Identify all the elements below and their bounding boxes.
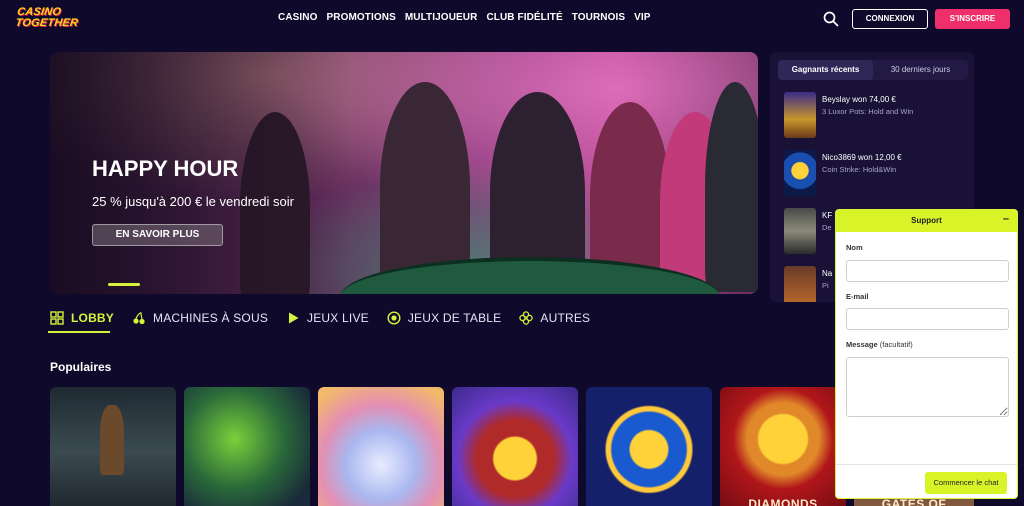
winner-item[interactable]: Beyslay won 74,00 € 3 Luxor Pots: Hold a… xyxy=(784,92,974,138)
support-header: Support – xyxy=(836,210,1017,232)
nav-tournois[interactable]: TOURNOIS xyxy=(572,12,625,23)
winner-game: 3 Luxor Pots: Hold and Win xyxy=(822,107,914,116)
tab-machines-a-sous[interactable]: MACHINES À SOUS xyxy=(132,310,268,326)
game-tile-caption: DIAMONDS xyxy=(748,497,818,506)
casino-together-logo[interactable]: CASINO TOGETHER xyxy=(14,6,94,33)
nav-multijoueur[interactable]: MULTIJOUEUR xyxy=(405,12,478,23)
chip-icon xyxy=(387,311,401,325)
hero-subtitle: 25 % jusqu'à 200 € le vendredi soir xyxy=(92,194,294,209)
winner-item[interactable]: Nico3869 won 12,00 € Coin Strike: Hold&W… xyxy=(784,150,974,196)
game-tile[interactable]: DIAMONDS xyxy=(720,387,846,506)
support-title: Support xyxy=(911,216,942,225)
carousel-dot-active[interactable] xyxy=(108,283,140,286)
start-chat-button[interactable]: Commencer le chat xyxy=(925,472,1007,494)
message-label: Message (facultatif) xyxy=(846,340,913,349)
tab-label: MACHINES À SOUS xyxy=(153,311,269,325)
winner-game: Coin Strike: Hold&Win xyxy=(822,165,897,174)
hero-learn-more-button[interactable]: EN SAVOIR PLUS xyxy=(92,224,223,246)
game-tile[interactable] xyxy=(586,387,712,506)
winner-title: Nico3869 won 12,00 € xyxy=(822,153,902,162)
hero-title: HAPPY HOUR xyxy=(92,156,239,181)
tab-autres[interactable]: AUTRES xyxy=(519,310,590,326)
game-thumbnail xyxy=(784,150,816,196)
support-footer: Commencer le chat xyxy=(836,464,1017,500)
support-chat-widget: Support – Nom E-mail Message (facultatif… xyxy=(835,209,1018,499)
tab-last-30-days[interactable]: 30 derniers jours xyxy=(873,60,968,80)
active-tab-underline xyxy=(48,331,110,333)
logo-line-2: TOGETHER xyxy=(14,17,79,29)
name-label: Nom xyxy=(846,243,863,252)
search-icon[interactable] xyxy=(822,10,840,28)
tab-label: LOBBY xyxy=(71,311,114,325)
message-field[interactable] xyxy=(846,357,1009,417)
message-optional-text: (facultatif) xyxy=(879,340,913,349)
tab-lobby[interactable]: LOBBY xyxy=(50,310,114,326)
email-label: E-mail xyxy=(846,292,869,301)
game-tile[interactable] xyxy=(50,387,176,506)
email-field[interactable] xyxy=(846,308,1009,330)
tab-jeux-live[interactable]: JEUX LIVE xyxy=(286,310,369,326)
tab-recent-winners[interactable]: Gagnants récents xyxy=(778,60,873,80)
hero-image-person xyxy=(705,82,758,292)
winner-title: Na xyxy=(822,269,833,278)
game-tile[interactable] xyxy=(452,387,578,506)
winners-tabs: Gagnants récents 30 derniers jours xyxy=(778,60,968,80)
minimize-icon[interactable]: – xyxy=(1003,213,1009,225)
game-thumbnail xyxy=(784,266,816,302)
nav-club-fidelite[interactable]: CLUB FIDÉLITÉ xyxy=(486,12,562,23)
game-thumbnail xyxy=(784,208,816,254)
game-art xyxy=(100,405,124,475)
winner-title: Beyslay won 74,00 € xyxy=(822,95,896,104)
carousel-indicators xyxy=(108,283,178,286)
play-icon xyxy=(289,312,299,324)
tab-jeux-de-table[interactable]: JEUX DE TABLE xyxy=(387,310,502,326)
grid-icon xyxy=(50,311,64,325)
hero-banner[interactable]: HAPPY HOUR 25 % jusqu'à 200 € le vendred… xyxy=(50,52,758,294)
top-header: CASINO TOGETHER CASINO PROMOTIONS MULTIJ… xyxy=(0,0,1024,38)
message-label-text: Message xyxy=(846,340,878,349)
category-tabs: LOBBY MACHINES À SOUS JEUX LIVE JEUX DE … xyxy=(50,310,608,326)
tab-label: JEUX DE TABLE xyxy=(407,311,502,325)
cherries-icon xyxy=(133,311,145,325)
clover-icon xyxy=(519,311,534,325)
game-tile[interactable] xyxy=(318,387,444,506)
section-title-populaires: Populaires xyxy=(50,360,112,374)
main-nav: CASINO PROMOTIONS MULTIJOUEUR CLUB FIDÉL… xyxy=(278,12,651,23)
signup-button[interactable]: S'INSCRIRE xyxy=(935,9,1010,29)
nav-promotions[interactable]: PROMOTIONS xyxy=(327,12,396,23)
tab-label: AUTRES xyxy=(540,311,591,325)
name-field[interactable] xyxy=(846,260,1009,282)
winner-title: KF xyxy=(822,211,833,220)
tab-label: JEUX LIVE xyxy=(307,311,369,325)
login-button[interactable]: CONNEXION xyxy=(852,9,928,29)
winner-game: De xyxy=(822,223,832,232)
game-thumbnail xyxy=(784,92,816,138)
nav-vip[interactable]: VIP xyxy=(634,12,650,23)
carousel-dot[interactable] xyxy=(146,283,178,286)
nav-casino[interactable]: CASINO xyxy=(278,12,318,23)
winner-game: Pi xyxy=(822,281,829,290)
game-tile[interactable] xyxy=(184,387,310,506)
